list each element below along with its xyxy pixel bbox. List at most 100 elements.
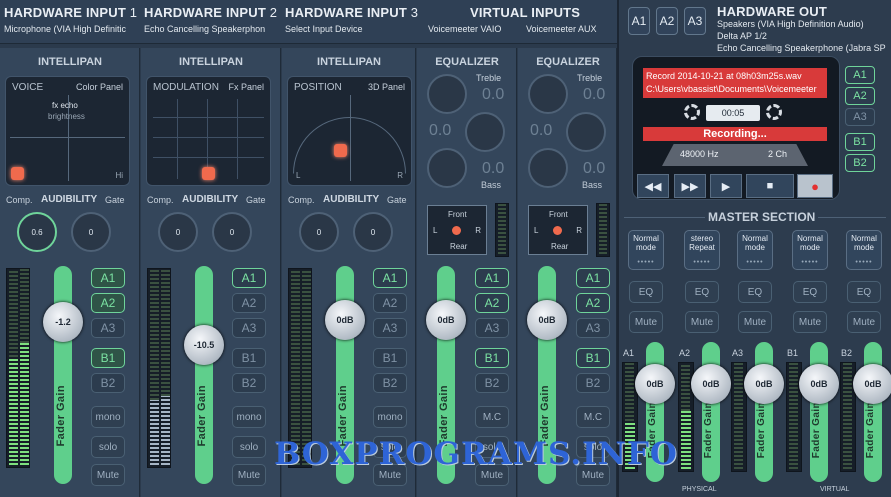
bus-b2-button[interactable]: B2 (576, 373, 610, 393)
master-eq-button[interactable]: EQ (738, 281, 772, 303)
bus-a1-button[interactable]: A1 (232, 268, 266, 288)
out-a1-button[interactable]: A1 (628, 7, 650, 35)
master-mode-button[interactable]: Normal mode ••••• (846, 230, 882, 270)
bus-a1-button[interactable]: A1 (576, 268, 610, 288)
bus-b1-button[interactable]: B1 (232, 348, 266, 368)
bus-a1-button[interactable]: A1 (373, 268, 407, 288)
gate-knob[interactable]: 0 (353, 212, 393, 252)
rewind-button[interactable]: ◀◀ (637, 174, 669, 198)
bus-b2-button[interactable]: B2 (373, 373, 407, 393)
master-mode-button[interactable]: stereo Repeat ••••• (684, 230, 720, 270)
fader-knob[interactable]: 0dB (325, 300, 365, 340)
bus-a2-button[interactable]: A2 (576, 293, 610, 313)
stop-button[interactable]: ■ (746, 174, 794, 198)
stereo-pan-panel[interactable]: Front Rear L R (427, 205, 487, 255)
pan-position-marker[interactable] (553, 226, 562, 235)
rec-bus-b2[interactable]: B2 (845, 154, 875, 172)
master-mute-button[interactable]: Mute (847, 311, 881, 333)
mono-button[interactable]: mono (232, 406, 266, 428)
master-mute-button[interactable]: Mute (629, 311, 663, 333)
master-fader-knob[interactable]: 0dB (744, 364, 784, 404)
hw-input-2-title[interactable]: HARDWARE INPUT 2 (144, 5, 277, 20)
out-a3-button[interactable]: A3 (684, 7, 706, 35)
mute-button[interactable]: Mute (91, 464, 125, 486)
master-mode-button[interactable]: Normal mode ••••• (792, 230, 828, 270)
stereo-pan-panel[interactable]: Front Rear L R (528, 205, 588, 255)
bus-a1-button[interactable]: A1 (91, 268, 125, 288)
bus-b1-button[interactable]: B1 (91, 348, 125, 368)
bus-b1-button[interactable]: B1 (373, 348, 407, 368)
mc-button[interactable]: M.C (576, 406, 610, 428)
bass-knob[interactable] (427, 148, 467, 188)
intellipan-panel[interactable]: POSITION 3D Panel L R (287, 76, 412, 186)
mute-button[interactable]: Mute (232, 464, 266, 486)
rec-bus-a1[interactable]: A1 (845, 66, 875, 84)
bus-a2-button[interactable]: A2 (91, 293, 125, 313)
master-mode-button[interactable]: Normal mode ••••• (737, 230, 773, 270)
master-fader-knob[interactable]: 0dB (853, 364, 891, 404)
bus-a3-button[interactable]: A3 (576, 318, 610, 338)
hw-out-a2-device[interactable]: Delta AP 1/2 (717, 31, 891, 41)
bus-b2-button[interactable]: B2 (91, 373, 125, 393)
bus-b1-button[interactable]: B1 (576, 348, 610, 368)
pan-position-marker[interactable] (334, 144, 347, 157)
gate-knob[interactable]: 0 (212, 212, 252, 252)
rec-bus-a2[interactable]: A2 (845, 87, 875, 105)
bus-b2-button[interactable]: B2 (475, 373, 509, 393)
bus-a2-button[interactable]: A2 (373, 293, 407, 313)
master-mode-button[interactable]: Normal mode ••••• (628, 230, 664, 270)
rec-bus-a3[interactable]: A3 (845, 108, 875, 126)
master-mute-button[interactable]: Mute (738, 311, 772, 333)
solo-button[interactable]: solo (91, 436, 125, 458)
bus-a2-button[interactable]: A2 (232, 293, 266, 313)
solo-button[interactable]: solo (232, 436, 266, 458)
hw-input-2-device[interactable]: Echo Cancelling Speakerphon (144, 24, 274, 34)
gate-knob[interactable]: 0 (71, 212, 111, 252)
bus-a3-button[interactable]: A3 (91, 318, 125, 338)
master-fader-knob[interactable]: 0dB (799, 364, 839, 404)
master-mute-button[interactable]: Mute (793, 311, 827, 333)
pan-position-marker[interactable] (452, 226, 461, 235)
intellipan-panel[interactable]: MODULATION Fx Panel (146, 76, 271, 186)
intellipan-panel[interactable]: VOICE Color Panel fx echo brightness Hi (5, 76, 130, 186)
fader-knob[interactable]: 0dB (527, 300, 567, 340)
bass-knob[interactable] (528, 148, 568, 188)
fader-track[interactable] (54, 266, 72, 484)
virtual-input-vaio[interactable]: Voicemeeter VAIO (428, 24, 501, 34)
fader-track[interactable] (195, 266, 213, 484)
bus-a1-button[interactable]: A1 (475, 268, 509, 288)
fader-knob[interactable]: -1.2 (43, 302, 83, 342)
bus-b2-button[interactable]: B2 (232, 373, 266, 393)
master-eq-button[interactable]: EQ (847, 281, 881, 303)
pan-position-marker[interactable] (202, 167, 215, 180)
bus-a3-button[interactable]: A3 (475, 318, 509, 338)
treble-knob[interactable] (528, 74, 568, 114)
hw-input-1-title[interactable]: HARDWARE INPUT 1 (4, 5, 137, 20)
mid-knob[interactable] (465, 112, 505, 152)
master-fader-knob[interactable]: 0dB (635, 364, 675, 404)
mono-button[interactable]: mono (91, 406, 125, 428)
rec-bus-b1[interactable]: B1 (845, 133, 875, 151)
pan-position-marker[interactable] (11, 167, 24, 180)
virtual-input-aux[interactable]: Voicemeeter AUX (526, 24, 597, 34)
master-fader-knob[interactable]: 0dB (691, 364, 731, 404)
treble-knob[interactable] (427, 74, 467, 114)
hw-out-a3-device[interactable]: Echo Cancelling Speakerphone (Jabra SP (717, 43, 891, 53)
out-a2-button[interactable]: A2 (656, 7, 678, 35)
master-eq-button[interactable]: EQ (793, 281, 827, 303)
mid-knob[interactable] (566, 112, 606, 152)
master-eq-button[interactable]: EQ (685, 281, 719, 303)
master-eq-button[interactable]: EQ (629, 281, 663, 303)
play-button[interactable]: ▶ (710, 174, 742, 198)
hw-input-1-device[interactable]: Microphone (VIA High Definitic (4, 24, 134, 34)
hw-input-3-device[interactable]: Select Input Device (285, 24, 415, 34)
fader-knob[interactable]: -10.5 (184, 325, 224, 365)
fast-forward-button[interactable]: ▶▶ (674, 174, 706, 198)
fader-knob[interactable]: 0dB (426, 300, 466, 340)
record-button[interactable]: ● (797, 174, 833, 198)
master-mute-button[interactable]: Mute (685, 311, 719, 333)
bus-a3-button[interactable]: A3 (232, 318, 266, 338)
hw-input-3-title[interactable]: HARDWARE INPUT 3 (285, 5, 418, 20)
bus-a2-button[interactable]: A2 (475, 293, 509, 313)
bus-b1-button[interactable]: B1 (475, 348, 509, 368)
